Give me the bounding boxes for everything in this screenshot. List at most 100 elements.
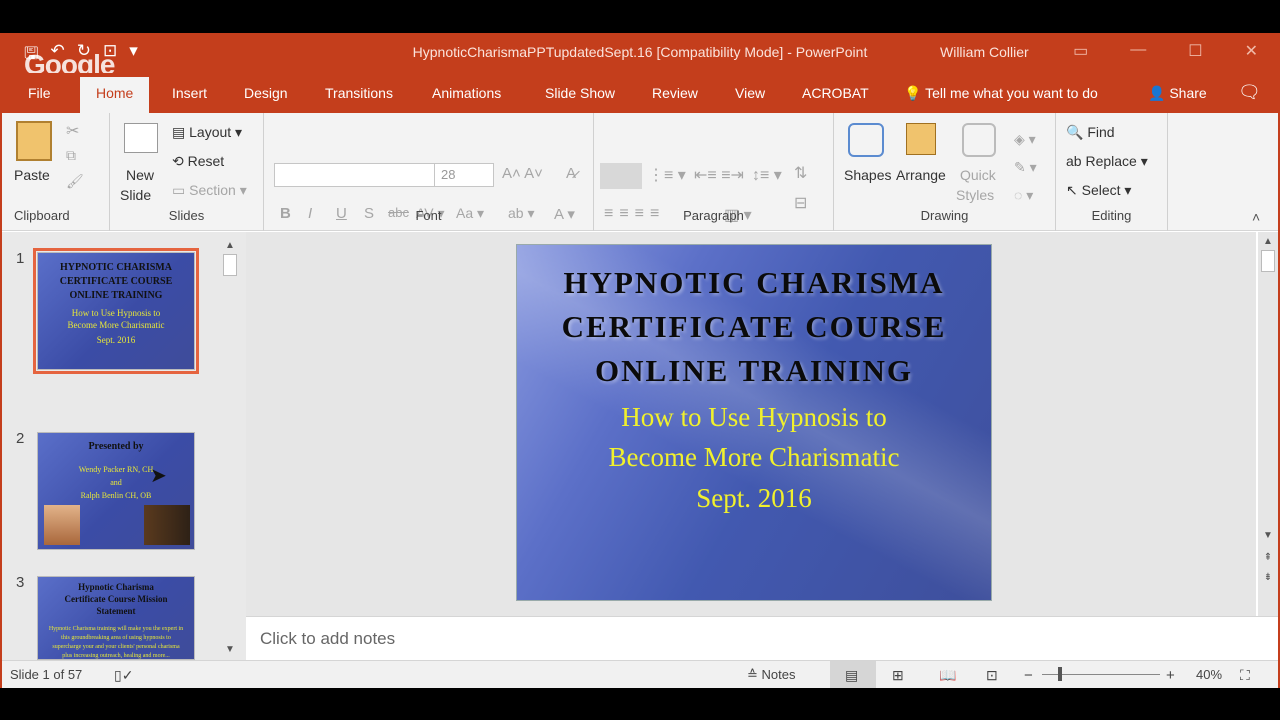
- ribbon-display-options-icon[interactable]: ▭: [1073, 41, 1088, 61]
- slides-group: New Slide ▤ Layout ▾ ⟲ Reset ▭ Section ▾…: [110, 113, 264, 231]
- tab-design[interactable]: Design: [244, 85, 288, 101]
- zoom-level[interactable]: 40%: [1196, 667, 1222, 682]
- normal-view-icon: ▤: [845, 667, 859, 683]
- zoom-out-icon[interactable]: −: [1024, 667, 1033, 684]
- tab-insert[interactable]: Insert: [172, 85, 207, 101]
- new-slide-icon[interactable]: [124, 123, 158, 153]
- thumbnail-slide-3[interactable]: Hypnotic Charisma Certificate Course Mis…: [37, 576, 195, 660]
- clipboard-label: Clipboard: [14, 208, 70, 223]
- zoom-in-icon[interactable]: +: [1166, 667, 1175, 684]
- fit-to-window-icon[interactable]: ⛶: [1240, 667, 1250, 684]
- previous-slide-icon[interactable]: ⇞: [1260, 550, 1276, 566]
- mouse-cursor-icon: ➤: [150, 465, 167, 487]
- indent-icons[interactable]: ⇤≡ ≡⇥: [694, 165, 744, 185]
- scroll-down-icon[interactable]: ▼: [222, 642, 238, 658]
- maximize-icon[interactable]: ☐: [1188, 41, 1202, 61]
- font-size-combo[interactable]: 28: [434, 163, 494, 187]
- drawing-label: Drawing: [920, 208, 969, 223]
- thumbnail-scrollbar[interactable]: ▲ ▼: [222, 238, 238, 658]
- grow-font-icon[interactable]: A˄ A˅: [502, 165, 543, 182]
- tell-me-search[interactable]: 💡 Tell me what you want to do: [904, 85, 1098, 102]
- thumbnail-slide-2[interactable]: Presented by Wendy Packer RN, CH and Ral…: [37, 432, 195, 550]
- font-name-combo[interactable]: [274, 163, 436, 187]
- zoom-slider-thumb[interactable]: [1058, 667, 1062, 681]
- tab-slide-show[interactable]: Slide Show: [545, 85, 615, 101]
- text-direction-icon[interactable]: ⇅: [794, 163, 807, 183]
- powerpoint-window: 🖫 ↶ ↻ ⊡ ▾ Google HypnoticCharismaPPTupda…: [0, 33, 1280, 688]
- shapes-icon[interactable]: [848, 123, 884, 157]
- tab-file[interactable]: File: [28, 85, 51, 101]
- thumbnail-slide-1[interactable]: HYPNOTIC CHARISMA CERTIFICATE COURSE ONL…: [33, 248, 199, 374]
- slides-label: Slides: [168, 208, 205, 223]
- scroll-down-icon[interactable]: ▼: [1260, 528, 1276, 544]
- current-slide[interactable]: HYPNOTIC CHARISMA CERTIFICATE COURSE ONL…: [516, 244, 992, 601]
- slide-subtitle[interactable]: How to Use Hypnosis to Become More Chari…: [517, 397, 991, 477]
- reading-view-icon[interactable]: 📖: [939, 667, 956, 684]
- cut-icon[interactable]: ✂: [66, 121, 79, 141]
- tab-animations[interactable]: Animations: [432, 85, 501, 101]
- shape-format-icons[interactable]: ◈ ▾ ✎ ▾ ◌ ▾: [1014, 125, 1037, 209]
- person-icon: 👤: [1148, 85, 1170, 101]
- share-button[interactable]: 👤 Share: [1148, 85, 1207, 102]
- user-name[interactable]: William Collier: [940, 44, 1029, 60]
- slide-title[interactable]: HYPNOTIC CHARISMA CERTIFICATE COURSE ONL…: [517, 261, 991, 393]
- scroll-thumb[interactable]: [223, 254, 237, 276]
- slide-scrollbar[interactable]: ▲ ▼ ⇞ ⇟: [1258, 232, 1278, 616]
- bullets-icon[interactable]: [600, 163, 642, 189]
- slide-date[interactable]: Sept. 2016: [517, 483, 991, 514]
- new-slide-button[interactable]: New: [126, 167, 154, 183]
- replace-button[interactable]: ab Replace ▾: [1066, 153, 1148, 170]
- next-slide-icon[interactable]: ⇟: [1260, 570, 1276, 586]
- clear-formatting-icon[interactable]: A̷: [566, 165, 576, 182]
- tab-home[interactable]: Home: [80, 77, 150, 113]
- line-spacing-icon[interactable]: ↕≡ ▾: [752, 165, 782, 185]
- tab-view[interactable]: View: [735, 85, 765, 101]
- paste-button[interactable]: Paste: [14, 167, 50, 183]
- slideshow-view-icon[interactable]: ⊡: [986, 667, 998, 684]
- format-painter-icon[interactable]: 🖌: [66, 173, 84, 190]
- arrange-button[interactable]: Arrange: [896, 167, 946, 183]
- collapse-ribbon-icon[interactable]: ˄: [1252, 209, 1260, 225]
- tab-review[interactable]: Review: [652, 85, 698, 101]
- reset-icon: ⟲: [172, 153, 188, 169]
- slide-sorter-icon[interactable]: ⊞: [892, 667, 904, 684]
- thumbnail-number: 2: [16, 430, 25, 447]
- scroll-up-icon[interactable]: ▲: [1260, 234, 1276, 250]
- find-button[interactable]: 🔍 Find: [1066, 124, 1115, 141]
- notes-placeholder[interactable]: Click to add notes: [260, 629, 395, 649]
- quick-styles-icon[interactable]: [962, 123, 996, 157]
- section-icon: ▭: [172, 182, 190, 198]
- arrange-icon[interactable]: [906, 123, 936, 155]
- numbering-icon[interactable]: ⋮≡ ▾: [648, 165, 686, 185]
- copy-icon[interactable]: ⧉: [66, 147, 76, 164]
- spelling-check-icon[interactable]: ▯✓: [114, 667, 133, 684]
- select-button[interactable]: ↖ Select ▾: [1066, 182, 1131, 199]
- paste-icon[interactable]: [16, 121, 52, 161]
- scroll-up-icon[interactable]: ▲: [222, 238, 238, 254]
- minimize-icon[interactable]: —: [1130, 41, 1146, 61]
- thumbnail-title: Presented by: [88, 441, 144, 452]
- scroll-thumb[interactable]: [1261, 250, 1275, 272]
- reset-button[interactable]: ⟲ Reset: [172, 153, 224, 170]
- clipboard-group: Paste ✂ ⧉ 🖌 Clipboard: [2, 113, 110, 231]
- paragraph-group: ⋮≡ ▾ ⇤≡ ≡⇥ ↕≡ ▾ ⇅ ≡≡≡≡ ▥ ▾ ⊟ Paragraph: [594, 113, 834, 231]
- notes-toggle[interactable]: ≙ Notes: [747, 667, 795, 683]
- quick-styles-button[interactable]: Quick: [960, 167, 996, 183]
- notes-pane[interactable]: Click to add notes: [246, 616, 1278, 660]
- layout-button[interactable]: ▤ Layout ▾: [172, 124, 242, 141]
- comments-icon[interactable]: 🗨: [1238, 82, 1261, 103]
- new-slide-button-line2[interactable]: Slide: [120, 187, 151, 203]
- tab-acrobat[interactable]: ACROBAT: [802, 85, 869, 101]
- thumbnail-line: and: [110, 478, 122, 487]
- editing-label: Editing: [1091, 208, 1132, 223]
- quick-styles-button-line2[interactable]: Styles: [956, 187, 994, 203]
- find-icon: 🔍: [1066, 124, 1088, 140]
- window-controls: ▭ — ☐ ✕: [1073, 41, 1258, 61]
- section-button[interactable]: ▭ Section ▾: [172, 182, 247, 199]
- close-icon[interactable]: ✕: [1245, 41, 1258, 61]
- font-label: Font: [415, 208, 442, 223]
- thumbnail-number: 1: [16, 250, 25, 267]
- shapes-button[interactable]: Shapes: [844, 167, 891, 183]
- lightbulb-icon: 💡: [904, 85, 926, 101]
- tab-transitions[interactable]: Transitions: [325, 85, 393, 101]
